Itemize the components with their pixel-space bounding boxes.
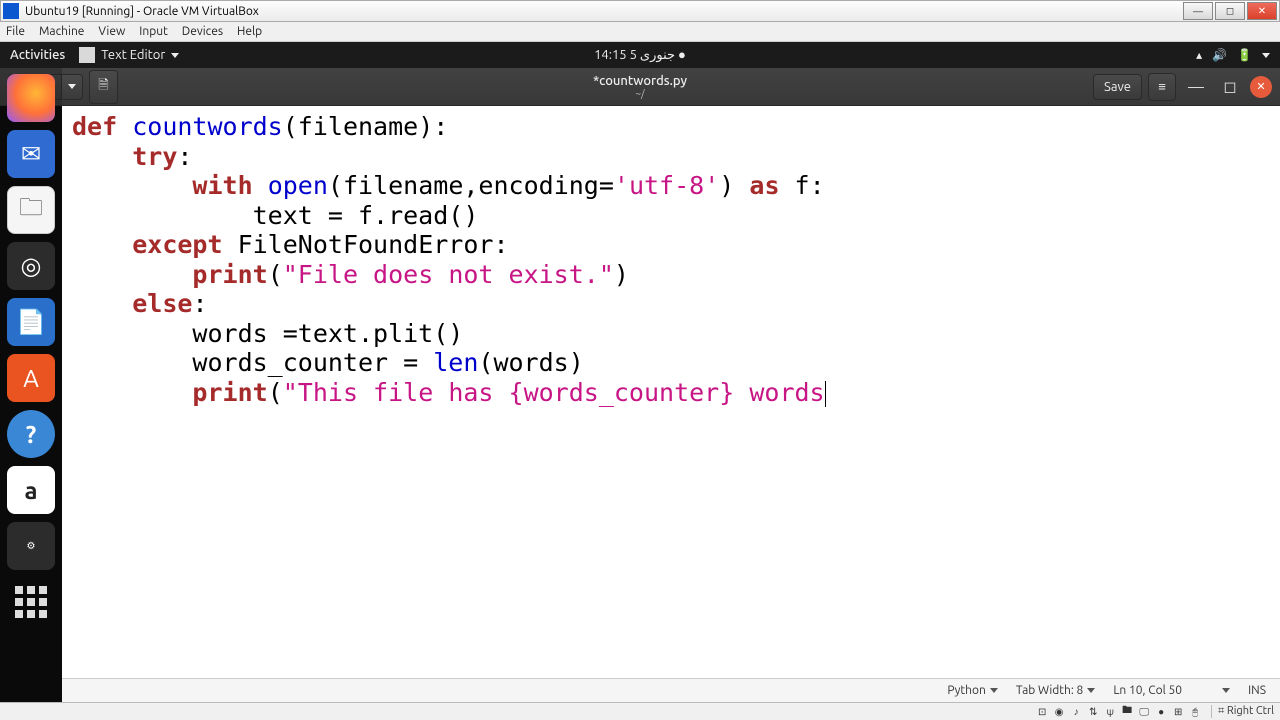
string-literal: "File does not exist.": [283, 260, 614, 289]
guest-screen: Activities Text Editor جنوری 5 14:15 ● ▴…: [0, 42, 1280, 702]
vbox-menu-machine[interactable]: Machine: [39, 25, 84, 38]
system-indicators[interactable]: ▴ 🔊 🔋: [1196, 48, 1270, 62]
open-recent-dropdown[interactable]: [62, 74, 83, 100]
dock-help[interactable]: ?: [7, 410, 55, 458]
function-name: countwords: [132, 112, 283, 141]
battery-icon: 🔋: [1237, 48, 1252, 62]
vbox-close-button[interactable]: ✕: [1247, 2, 1277, 20]
vbox-shared-folder-icon[interactable]: 🖿: [1120, 705, 1134, 719]
string-literal: 'utf-8': [614, 171, 719, 200]
string-literal: "This file has {words_counter} words: [283, 378, 825, 407]
keyword-as: as: [749, 171, 779, 200]
dock-libreoffice-writer[interactable]: 📄: [7, 298, 55, 346]
gnome-topbar: Activities Text Editor جنوری 5 14:15 ● ▴…: [0, 42, 1280, 68]
text-cursor: [825, 381, 826, 407]
language-selector[interactable]: Python: [947, 684, 998, 697]
chevron-down-icon: [1222, 688, 1230, 693]
hamburger-menu-button[interactable]: ≡: [1148, 73, 1176, 101]
keyword-try: try: [132, 142, 177, 171]
keyword-with: with: [192, 171, 252, 200]
builtin-print: print: [192, 378, 267, 407]
code-editor[interactable]: def countwords(filename): try: with open…: [62, 106, 1280, 678]
new-tab-button[interactable]: 🗎: [89, 70, 117, 104]
chevron-down-icon: [990, 688, 998, 693]
ubuntu-dock: ✉ 🗀 ◎ 📄 A ? a ⚙: [0, 68, 62, 702]
filename-label: *countwords.py: [593, 74, 687, 88]
chevron-down-icon: [1262, 53, 1270, 58]
chevron-down-icon: [68, 84, 76, 89]
builtin-print: print: [192, 260, 267, 289]
vbox-network-icon[interactable]: ⇅: [1086, 705, 1100, 719]
clock[interactable]: جنوری 5 14:15 ●: [594, 47, 686, 63]
gedit-statusbar: Python Tab Width: 8 Ln 10, Col 50 INS: [62, 678, 1280, 702]
builtin-open: open: [268, 171, 328, 200]
keyword-else: else: [132, 289, 192, 318]
dock-java-ee[interactable]: ⚙: [7, 522, 55, 570]
vbox-menu-input[interactable]: Input: [139, 25, 168, 38]
vbox-maximize-button[interactable]: ◻: [1215, 2, 1245, 20]
dock-show-apps[interactable]: [7, 578, 55, 626]
vbox-cpu-icon[interactable]: ⊞: [1171, 705, 1185, 719]
vbox-mouse-icon[interactable]: 🖰: [1188, 705, 1202, 719]
dock-rhythmbox[interactable]: ◎: [7, 242, 55, 290]
vbox-minimize-button[interactable]: —: [1183, 2, 1213, 20]
hamburger-icon: ≡: [1158, 79, 1166, 94]
vbox-menu-view[interactable]: View: [98, 25, 125, 38]
app-menu[interactable]: Text Editor: [79, 47, 179, 63]
vbox-menu-help[interactable]: Help: [237, 25, 262, 38]
app-menu-label: Text Editor: [101, 48, 165, 62]
document-title: *countwords.py ~/: [593, 74, 687, 99]
vbox-optical-icon[interactable]: ◉: [1052, 705, 1066, 719]
save-label: Save: [1104, 80, 1131, 94]
dock-amazon[interactable]: a: [7, 466, 55, 514]
volume-icon: 🔊: [1212, 48, 1227, 62]
editor-viewport: def countwords(filename): try: with open…: [62, 106, 1280, 678]
gedit-headerbar: Open 🗎 *countwords.py ~/ Save ≡: [0, 68, 1280, 106]
save-button[interactable]: Save: [1093, 74, 1142, 100]
builtin-len: len: [433, 348, 478, 377]
vbox-usb-icon[interactable]: ψ: [1103, 705, 1117, 719]
dock-firefox[interactable]: [7, 74, 55, 122]
vbox-menubar: File Machine View Input Devices Help: [0, 22, 1280, 42]
vbox-menu-devices[interactable]: Devices: [182, 25, 223, 38]
tab-width-selector[interactable]: Tab Width: 8: [1016, 684, 1095, 697]
activities-button[interactable]: Activities: [10, 48, 65, 62]
vbox-harddisk-icon[interactable]: ⊡: [1035, 705, 1049, 719]
window-minimize-button[interactable]: —: [1182, 73, 1210, 101]
window-maximize-button[interactable]: ◻: [1216, 73, 1244, 101]
new-document-icon: 🗎: [98, 76, 108, 98]
network-icon: ▴: [1196, 48, 1202, 62]
filepath-label: ~/: [593, 88, 687, 99]
vbox-recording-icon[interactable]: ●: [1154, 705, 1168, 719]
vbox-display-icon[interactable]: 🖵: [1137, 705, 1151, 719]
vbox-app-icon: [3, 3, 19, 19]
vbox-audio-icon[interactable]: ♪: [1069, 705, 1083, 719]
keyword-except: except: [132, 230, 222, 259]
vbox-titlebar: Ubuntu19 [Running] - Oracle VM VirtualBo…: [0, 0, 1280, 22]
chevron-down-icon: [171, 53, 179, 58]
virtualbox-window: Ubuntu19 [Running] - Oracle VM VirtualBo…: [0, 0, 1280, 720]
window-close-button[interactable]: ✕: [1250, 76, 1272, 98]
insert-mode[interactable]: INS: [1248, 684, 1266, 697]
vbox-statusbar: ⊡ ◉ ♪ ⇅ ψ 🖿 🖵 ● ⊞ 🖰 ⌗ Right Ctrl: [0, 702, 1280, 720]
grid-icon: [15, 586, 47, 618]
chevron-down-icon: [1087, 688, 1095, 693]
dock-files[interactable]: 🗀: [7, 186, 55, 234]
vbox-host-key[interactable]: ⌗ Right Ctrl: [1211, 705, 1274, 718]
cursor-position[interactable]: Ln 10, Col 50: [1113, 684, 1230, 697]
vbox-menu-file[interactable]: File: [6, 25, 25, 38]
keyword-def: def: [72, 112, 117, 141]
text-editor-icon: [79, 47, 95, 63]
vbox-title: Ubuntu19 [Running] - Oracle VM VirtualBo…: [25, 5, 259, 18]
dock-ubuntu-software[interactable]: A: [7, 354, 55, 402]
dock-thunderbird[interactable]: ✉: [7, 130, 55, 178]
